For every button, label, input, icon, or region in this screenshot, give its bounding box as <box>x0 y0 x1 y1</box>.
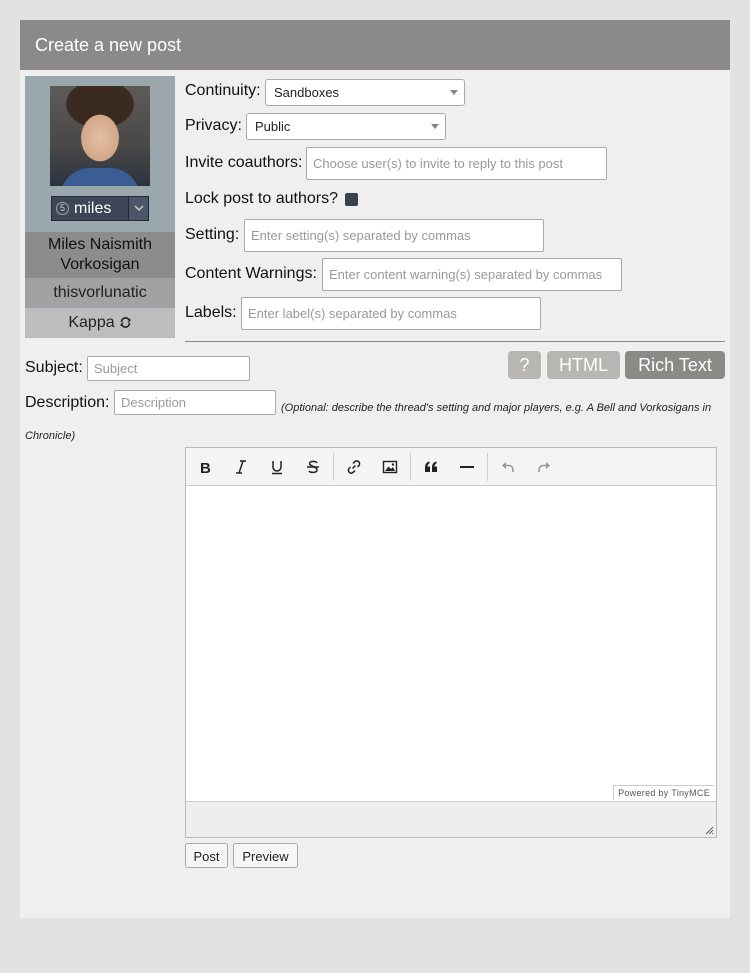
bold-icon[interactable]: B <box>191 455 219 479</box>
powered-by-label: Powered by TinyMCE <box>613 785 714 800</box>
subject-label: Subject: <box>25 359 83 376</box>
character-name[interactable]: Miles Naismith Vorkosigan <box>25 232 175 278</box>
alias-icon: 5 <box>56 202 69 215</box>
divider <box>185 341 725 342</box>
lock-checkbox[interactable] <box>345 193 358 206</box>
page-title: Create a new post <box>20 20 730 70</box>
underline-icon[interactable] <box>263 455 291 479</box>
rich-text-editor: B Powered by TinyMCE <box>185 447 717 838</box>
warnings-label: Content Warnings: <box>185 265 317 282</box>
coauthors-input[interactable] <box>306 147 607 180</box>
horizontal-rule-icon[interactable] <box>453 455 481 479</box>
preview-button[interactable]: Preview <box>233 843 298 868</box>
alias-select[interactable]: 5 miles <box>51 196 149 221</box>
strikethrough-icon[interactable] <box>299 455 327 479</box>
undo-icon[interactable] <box>494 455 522 479</box>
setting-input[interactable] <box>244 219 544 252</box>
coauthors-label: Invite coauthors: <box>185 154 303 171</box>
caret-down-icon <box>431 124 439 129</box>
toolbar-separator <box>487 453 488 481</box>
character-selector: 5 miles Miles Naismith Vorkosigan thisvo… <box>25 76 175 338</box>
svg-text:B: B <box>200 460 211 475</box>
link-icon[interactable] <box>340 455 368 479</box>
toolbar-separator <box>333 453 334 481</box>
post-button[interactable]: Post <box>185 843 228 868</box>
post-form-panel: Create a new post 5 miles Miles Naismith… <box>20 20 730 918</box>
privacy-value: Public <box>255 119 291 134</box>
labels-label: Labels: <box>185 304 237 321</box>
continuity-value: Sandboxes <box>274 85 340 100</box>
caret-down-icon <box>450 90 458 95</box>
rich-text-mode-button[interactable]: Rich Text <box>625 351 725 379</box>
privacy-label: Privacy: <box>185 117 242 134</box>
redo-icon[interactable] <box>530 455 558 479</box>
chevron-down-icon[interactable] <box>128 197 148 220</box>
editor-content-area[interactable] <box>186 486 716 800</box>
image-icon[interactable] <box>376 455 404 479</box>
character-template[interactable]: Kappa <box>25 308 175 338</box>
setting-label: Setting: <box>185 226 240 243</box>
blockquote-icon[interactable] <box>417 455 445 479</box>
content-warnings-input[interactable] <box>322 258 622 291</box>
resize-handle-icon[interactable] <box>705 826 714 835</box>
description-note: (Optional: describe the thread's setting… <box>25 402 712 442</box>
character-screen-name[interactable]: thisvorlunatic <box>25 279 175 307</box>
character-avatar[interactable] <box>50 86 150 186</box>
swap-icon[interactable] <box>119 316 132 329</box>
lock-label: Lock post to authors? <box>185 190 338 207</box>
editor-statusbar <box>186 801 716 837</box>
labels-input[interactable] <box>241 297 541 330</box>
editor-toolbar: B <box>186 448 716 486</box>
continuity-select[interactable]: Sandboxes <box>265 79 465 106</box>
html-mode-button[interactable]: HTML <box>547 351 620 379</box>
subject-input[interactable] <box>87 356 250 381</box>
privacy-select[interactable]: Public <box>246 113 446 140</box>
alias-label: miles <box>74 200 112 217</box>
template-label: Kappa <box>68 314 115 331</box>
continuity-label: Continuity: <box>185 82 261 99</box>
toolbar-separator <box>410 453 411 481</box>
help-button[interactable]: ? <box>508 351 541 379</box>
italic-icon[interactable] <box>227 455 255 479</box>
